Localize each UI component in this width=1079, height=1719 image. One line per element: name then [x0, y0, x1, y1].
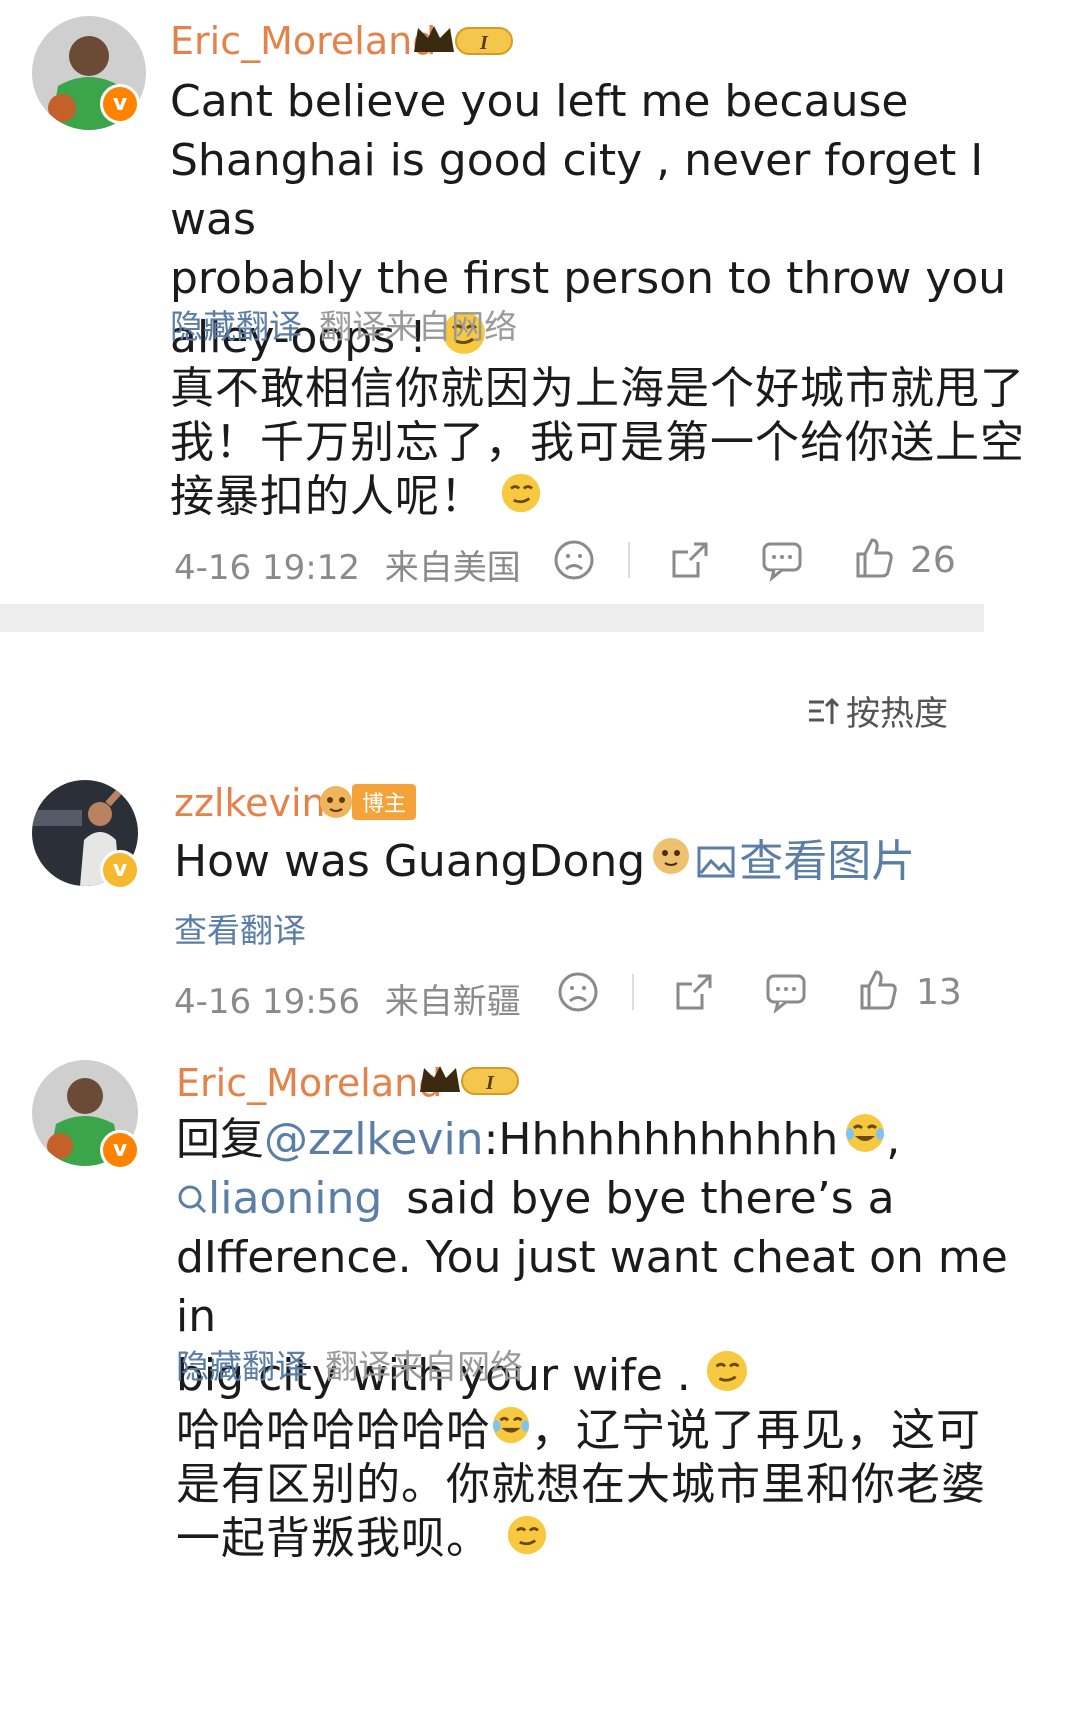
divider: [628, 542, 630, 578]
like-count: 26: [910, 540, 956, 581]
comment-meta: 4-16 19:56 来自新疆: [174, 974, 521, 1023]
thumbs-up-icon[interactable]: [856, 968, 900, 1016]
smirk-emoji-icon: [506, 1514, 548, 1569]
doge-emoji-icon: [651, 832, 691, 891]
topic-link[interactable]: liaoning: [176, 1169, 382, 1228]
translation-controls: 隐藏翻译 翻译来自网络: [170, 300, 517, 348]
location: 来自新疆: [384, 982, 521, 1022]
divider: [632, 974, 634, 1010]
smirk-emoji-icon: [705, 1349, 749, 1408]
sort-label: 按热度: [846, 694, 948, 734]
location: 来自美国: [384, 548, 521, 588]
translation-source: 翻译来自网络: [319, 307, 518, 346]
smirk-emoji-icon: [500, 472, 542, 527]
comment-text: How was GuangDong 查看图片: [174, 832, 915, 891]
laughing-crying-emoji-icon: [491, 1404, 531, 1458]
translation-source: 翻译来自网络: [325, 1347, 524, 1386]
share-icon[interactable]: [668, 538, 712, 586]
hide-translation-link[interactable]: 隐藏翻译: [176, 1347, 308, 1386]
thumbs-up-icon[interactable]: [852, 536, 896, 584]
timestamp: 4-16 19:12: [174, 548, 360, 588]
like-count: 13: [916, 972, 962, 1013]
comment-icon[interactable]: [760, 538, 804, 586]
comment-icon[interactable]: [764, 970, 808, 1018]
verified-badge-icon: v: [100, 1130, 140, 1170]
comment-meta: 4-16 19:12 来自美国: [174, 540, 521, 589]
verified-badge-icon: v: [100, 84, 140, 124]
translation-controls: 隐藏翻译 翻译来自网络: [176, 1340, 523, 1388]
translation-text: 哈哈哈哈哈哈哈 ，辽宁说了再见，这可 是有区别的。你就想在大城市里和你老婆 一起…: [176, 1404, 1056, 1569]
view-image-link[interactable]: 查看图片: [697, 832, 915, 891]
crown-badge-icon: I: [418, 1062, 524, 1100]
svg-text:I: I: [479, 32, 489, 54]
view-translation-link[interactable]: 查看翻译: [174, 904, 306, 952]
crown-badge-icon: I: [412, 22, 518, 60]
verified-badge-icon: v: [100, 850, 140, 890]
dog-badge-icon: [320, 786, 352, 818]
sad-face-icon[interactable]: [556, 970, 600, 1018]
share-icon[interactable]: [672, 970, 716, 1018]
blogger-badge: 博主: [316, 784, 417, 820]
section-divider: [0, 604, 984, 632]
hide-translation-link[interactable]: 隐藏翻译: [170, 307, 302, 346]
search-topic-icon: [178, 1185, 207, 1213]
username[interactable]: Eric_Moreland: [176, 1064, 442, 1102]
mention-link[interactable]: @zzlkevin: [264, 1110, 484, 1169]
laughing-crying-emoji-icon: [844, 1110, 886, 1169]
username[interactable]: Eric_Moreland: [170, 22, 436, 60]
sad-face-icon[interactable]: [552, 538, 596, 586]
sort-control[interactable]: 按热度: [806, 686, 948, 735]
svg-text:I: I: [485, 1072, 495, 1094]
username[interactable]: zzlkevin: [174, 784, 326, 822]
image-icon: [697, 846, 735, 877]
sort-icon: [809, 697, 840, 724]
badge-label: 博主: [352, 784, 417, 820]
translation-text: 真不敢相信你就因为上海是个好城市就甩了 我！千万别忘了，我可是第一个给你送上空 …: [170, 362, 1050, 527]
timestamp: 4-16 19:56: [174, 982, 360, 1022]
